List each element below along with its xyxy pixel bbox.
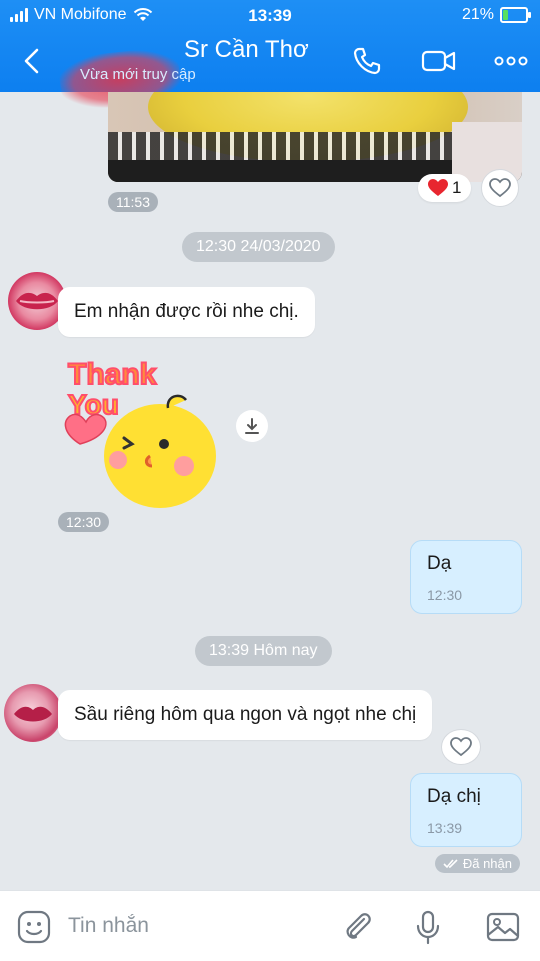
outgoing-message[interactable]: Dạ chị 13:39 [410, 773, 522, 847]
thank-you-sticker[interactable]: Thank You [60, 348, 230, 508]
like-button[interactable] [481, 169, 519, 207]
chat-title: Sr Cần Thơ [184, 36, 309, 63]
incoming-message[interactable]: Em nhận được rồi nhe chị. [58, 287, 315, 337]
phone-call-icon[interactable] [350, 44, 384, 78]
attachment-icon[interactable] [340, 909, 376, 945]
sticker-timestamp: 12:30 [58, 512, 110, 532]
message-list[interactable]: 11:53 1 12:30 24/03/2020 Em nhận được rồ… [0, 92, 540, 890]
chat-title-block[interactable]: Sr Cần Thơ Vừa mới truy cập [80, 36, 309, 83]
message-text: Em nhận được rồi nhe chị. [74, 301, 299, 322]
message-time: 13:39 [427, 820, 463, 836]
heart-outline-icon [450, 737, 472, 757]
delivery-status-text: Đã nhận [462, 856, 512, 871]
reaction-count: 1 [452, 178, 462, 197]
download-icon [245, 418, 259, 434]
date-separator-today: 13:39 Hôm nay [195, 636, 332, 666]
photo-timestamp: 11:53 [108, 192, 158, 212]
heart-outline-icon [489, 178, 511, 198]
message-time: 12:30 [427, 587, 463, 603]
battery-percent: 21% [461, 6, 494, 23]
image-gallery-icon[interactable] [485, 909, 521, 945]
outgoing-message[interactable]: Dạ 12:30 [410, 540, 522, 614]
nav-bar: Sr Cần Thơ Vừa mới truy cập [0, 32, 540, 113]
contact-avatar[interactable] [4, 684, 62, 742]
more-options-icon[interactable] [492, 44, 530, 78]
chat-header: VN Mobifone 13:39 21% Sr Cần Thơ Vừa mới… [0, 0, 540, 113]
message-text: Dạ [427, 553, 452, 574]
like-button[interactable] [441, 729, 481, 765]
sticker-text-line1: Thank [68, 358, 157, 391]
durian-photo-message[interactable] [108, 92, 522, 182]
message-input[interactable] [66, 909, 310, 943]
message-input-bar [0, 890, 540, 961]
message-text: Dạ chị [427, 786, 481, 807]
emoji-sticker-icon[interactable] [16, 909, 52, 945]
microphone-icon[interactable] [410, 909, 446, 945]
lips-icon [14, 706, 52, 722]
video-call-icon[interactable] [420, 44, 458, 78]
status-bar: VN Mobifone 13:39 21% [0, 0, 540, 32]
heart-icon [428, 179, 448, 196]
double-check-icon [443, 858, 458, 868]
date-separator: 12:30 24/03/2020 [182, 232, 335, 262]
delivery-status: Đã nhận [434, 854, 520, 873]
online-status: Vừa mới truy cập [80, 66, 196, 83]
reaction-chip[interactable]: 1 [418, 174, 472, 202]
message-text: Sầu riêng hôm qua ngon và ngọt nhe chị [74, 704, 417, 725]
clock: 13:39 [248, 6, 292, 25]
battery-icon [500, 7, 531, 23]
download-sticker-button[interactable] [236, 410, 268, 442]
incoming-message[interactable]: Sầu riêng hôm qua ngon và ngọt nhe chị [58, 690, 433, 740]
back-arrow-icon[interactable] [18, 46, 48, 76]
